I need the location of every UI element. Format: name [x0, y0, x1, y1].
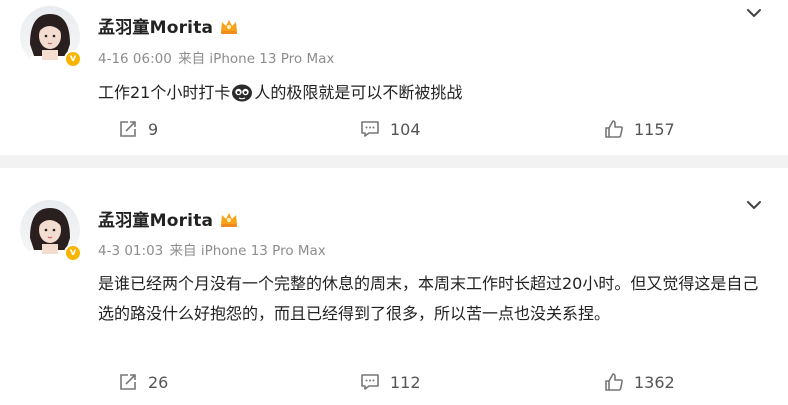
post-text-before-emoji: 工作21个小时打卡 — [98, 83, 231, 102]
forward-count: 26 — [148, 372, 169, 392]
author-name[interactable]: 孟羽童Morita — [98, 206, 239, 231]
comment-button[interactable]: 112 — [360, 369, 421, 395]
post-meta: 4-16 06:00 来自 iPhone 13 Pro Max — [98, 47, 336, 67]
comment-icon — [361, 374, 379, 390]
forward-count: 9 — [148, 119, 159, 139]
post-date[interactable]: 4-16 06:00 — [98, 51, 172, 67]
forward-icon — [120, 121, 136, 137]
forward-button[interactable]: 26 — [118, 369, 168, 395]
post-separator — [0, 155, 788, 168]
post-source: 来自 iPhone 13 Pro Max — [178, 51, 335, 67]
forward-icon — [120, 374, 136, 390]
verified-badge-icon: v — [64, 244, 82, 262]
post-text: 工作21个小时打卡 人的极限就是可以不断被挑战 — [98, 78, 758, 108]
comment-icon — [361, 121, 379, 137]
post-actions: 9 104 1157 — [0, 116, 788, 142]
chevron-down-icon[interactable] — [746, 8, 762, 18]
comment-count: 104 — [390, 119, 421, 139]
vip-crown-icon — [221, 20, 238, 34]
author-name-text: 孟羽童Morita — [98, 211, 214, 231]
forward-button[interactable]: 9 — [118, 116, 158, 142]
vip-crown-icon — [221, 213, 238, 227]
comment-count: 112 — [390, 372, 421, 392]
verified-badge-icon: v — [64, 50, 82, 68]
post-actions: 26 112 1362 — [0, 369, 788, 395]
like-count: 1362 — [634, 372, 675, 392]
weibo-post-1: v 孟羽童Morita 4-16 06:00 来自 iPhone 13 Pro … — [0, 0, 788, 155]
post-text-after-emoji: 人的极限就是可以不断被挑战 — [254, 83, 463, 102]
like-icon — [605, 120, 623, 138]
emoji-icon — [232, 84, 253, 102]
chevron-down-icon[interactable] — [746, 200, 762, 210]
author-avatar[interactable]: v — [20, 6, 86, 72]
like-button[interactable]: 1157 — [604, 116, 675, 142]
author-avatar[interactable]: v — [20, 200, 86, 266]
comment-button[interactable]: 104 — [360, 116, 421, 142]
like-icon — [605, 373, 623, 391]
author-name[interactable]: 孟羽童Morita — [98, 13, 239, 38]
like-button[interactable]: 1362 — [604, 369, 675, 395]
like-count: 1157 — [634, 119, 675, 139]
author-name-text: 孟羽童Morita — [98, 18, 214, 38]
